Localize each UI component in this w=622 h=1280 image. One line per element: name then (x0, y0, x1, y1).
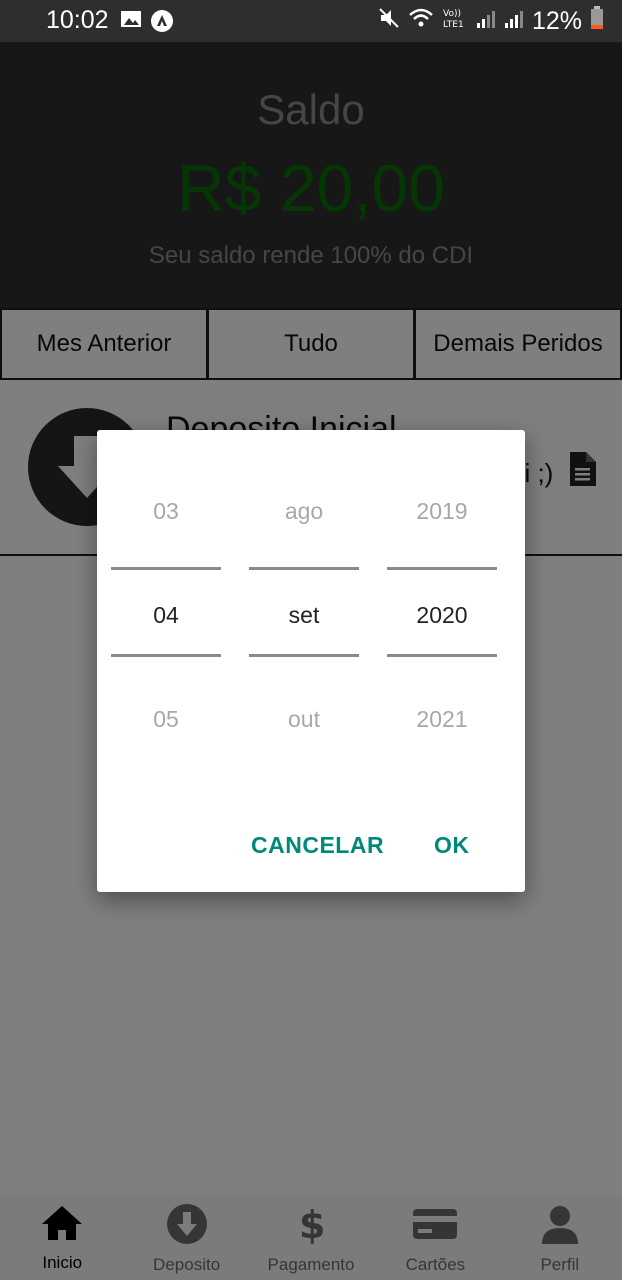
divider (249, 654, 359, 657)
day-prev[interactable]: 03 (111, 498, 221, 525)
day-next[interactable]: 05 (111, 706, 221, 733)
year-selected[interactable]: 2020 (387, 602, 497, 629)
date-picker-dialog: 03 04 05 ago set out 2019 2020 2021 CANC… (97, 430, 525, 892)
svg-text:Vo)): Vo)) (443, 9, 461, 19)
ok-button[interactable]: OK (434, 832, 470, 859)
svg-text:LTE1: LTE1 (443, 20, 464, 29)
battery-icon (590, 6, 604, 37)
year-next[interactable]: 2021 (387, 706, 497, 733)
divider (111, 567, 221, 570)
wifi-icon (408, 7, 434, 36)
divider (387, 654, 497, 657)
month-selected[interactable]: set (249, 602, 359, 629)
cancel-button[interactable]: CANCELAR (251, 832, 384, 859)
status-bar: 10:02 Vo)) LTE1 12% (0, 0, 622, 42)
divider (249, 567, 359, 570)
year-prev[interactable]: 2019 (387, 498, 497, 525)
divider (387, 567, 497, 570)
divider (111, 654, 221, 657)
image-icon (120, 9, 142, 38)
month-prev[interactable]: ago (249, 498, 359, 525)
battery-text: 12% (531, 7, 582, 35)
app-icon (150, 9, 174, 38)
volte-icon: Vo)) LTE1 (442, 7, 468, 36)
month-next[interactable]: out (249, 706, 359, 733)
signal-icon (504, 7, 524, 36)
status-time: 10:02 (46, 6, 109, 34)
mute-icon (378, 7, 400, 36)
signal-icon (476, 7, 496, 36)
day-selected[interactable]: 04 (111, 602, 221, 629)
